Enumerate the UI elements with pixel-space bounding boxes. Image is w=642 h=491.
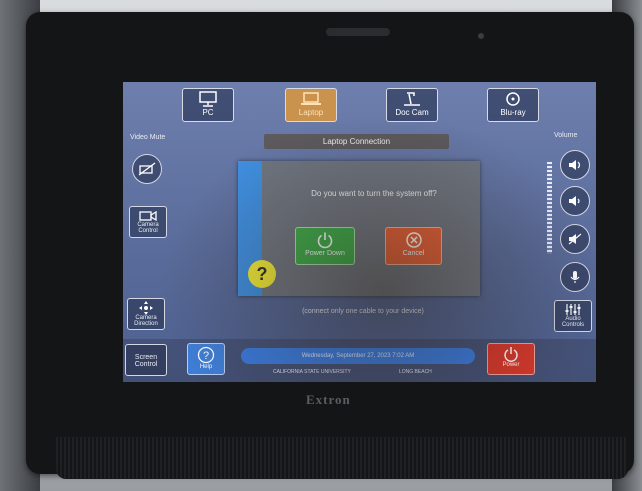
projector-mute-icon: [138, 162, 156, 176]
source-label-pc: PC: [202, 108, 214, 117]
power-button[interactable]: Power: [487, 343, 535, 375]
camera-dot: [478, 33, 484, 39]
video-mute-button[interactable]: [132, 154, 162, 184]
speaker-down-icon: [569, 196, 580, 206]
camera-control-button[interactable]: Camera Control: [129, 206, 167, 238]
volume-label: Volume: [554, 132, 578, 139]
audio-controls-label: Audio Controls: [561, 316, 585, 328]
source-button-blu-ray[interactable]: Blu-ray: [487, 88, 539, 122]
power-off-dialog: Do you want to turn the system off? Powe…: [238, 161, 480, 296]
power-down-label: Power Down: [305, 250, 345, 257]
source-button-doc-cam[interactable]: Doc Cam: [386, 88, 438, 122]
screen-control-button[interactable]: Screen Control: [125, 344, 167, 376]
camera-control-label: Camera Control: [137, 222, 159, 234]
camera-slot: [326, 28, 390, 36]
laptop-icon: [301, 92, 321, 105]
source-button-laptop[interactable]: Laptop: [285, 88, 337, 122]
power-icon: [317, 232, 333, 249]
speaker-mute-icon: [568, 233, 582, 245]
brand-logo: Extron: [306, 392, 351, 407]
audio-controls-button[interactable]: Audio Controls: [554, 300, 592, 332]
university-campus: LONG BEACH: [399, 369, 432, 375]
microphone-icon: [570, 271, 580, 283]
svg-text:?: ?: [203, 350, 209, 362]
speaker-up-icon: [569, 160, 581, 170]
volume-down-button[interactable]: [560, 186, 590, 216]
volume-up-button[interactable]: [560, 150, 590, 180]
touch-screen: PC Laptop Doc Cam Blu-ray Video Mute Cam…: [123, 82, 596, 382]
close-circle-icon: [405, 232, 422, 248]
video-camera-icon: [139, 210, 157, 222]
dialog-help-button[interactable]: ?: [248, 260, 276, 288]
document-camera-icon: [404, 92, 420, 106]
mic-mute-button[interactable]: [560, 262, 590, 292]
connection-title: Laptop Connection: [264, 134, 449, 149]
help-label: Help: [199, 364, 213, 370]
camera-direction-label: Camera Direction: [134, 315, 158, 327]
help-button[interactable]: ? Help: [187, 343, 225, 375]
dialog-question: Do you want to turn the system off?: [311, 189, 437, 198]
source-button-pc[interactable]: PC: [182, 88, 234, 122]
screen-control-label: Screen Control: [134, 354, 158, 368]
connection-hint: (connect only one cable to your device): [302, 308, 424, 315]
audio-mute-button[interactable]: [560, 224, 590, 254]
mixer-sliders-icon: [565, 304, 581, 315]
volume-level-meter: [547, 162, 552, 254]
power-label: Power: [502, 362, 520, 368]
speaker-grille: [56, 437, 628, 479]
monitor-icon: [199, 91, 217, 107]
university-name: CALIFORNIA STATE UNIVERSITY: [273, 369, 351, 375]
source-label-laptop: Laptop: [298, 108, 324, 117]
disc-icon: [506, 92, 520, 106]
video-mute-label: Video Mute: [130, 134, 166, 141]
source-label-doc-cam: Doc Cam: [395, 108, 429, 117]
date-time-display: Wednesday, September 27, 2023 7:02 AM: [241, 348, 475, 364]
camera-direction-button[interactable]: Camera Direction: [127, 298, 165, 330]
power-down-button[interactable]: Power Down: [295, 227, 355, 265]
cancel-label: Cancel: [402, 250, 425, 257]
question-circle-icon: ?: [197, 346, 215, 364]
power-icon: [504, 347, 518, 362]
source-label-blu-ray: Blu-ray: [500, 108, 526, 117]
cancel-button[interactable]: Cancel: [385, 227, 442, 265]
directional-arrows-icon: [139, 301, 153, 315]
touch-panel-bezel: PC Laptop Doc Cam Blu-ray Video Mute Cam…: [26, 12, 634, 479]
